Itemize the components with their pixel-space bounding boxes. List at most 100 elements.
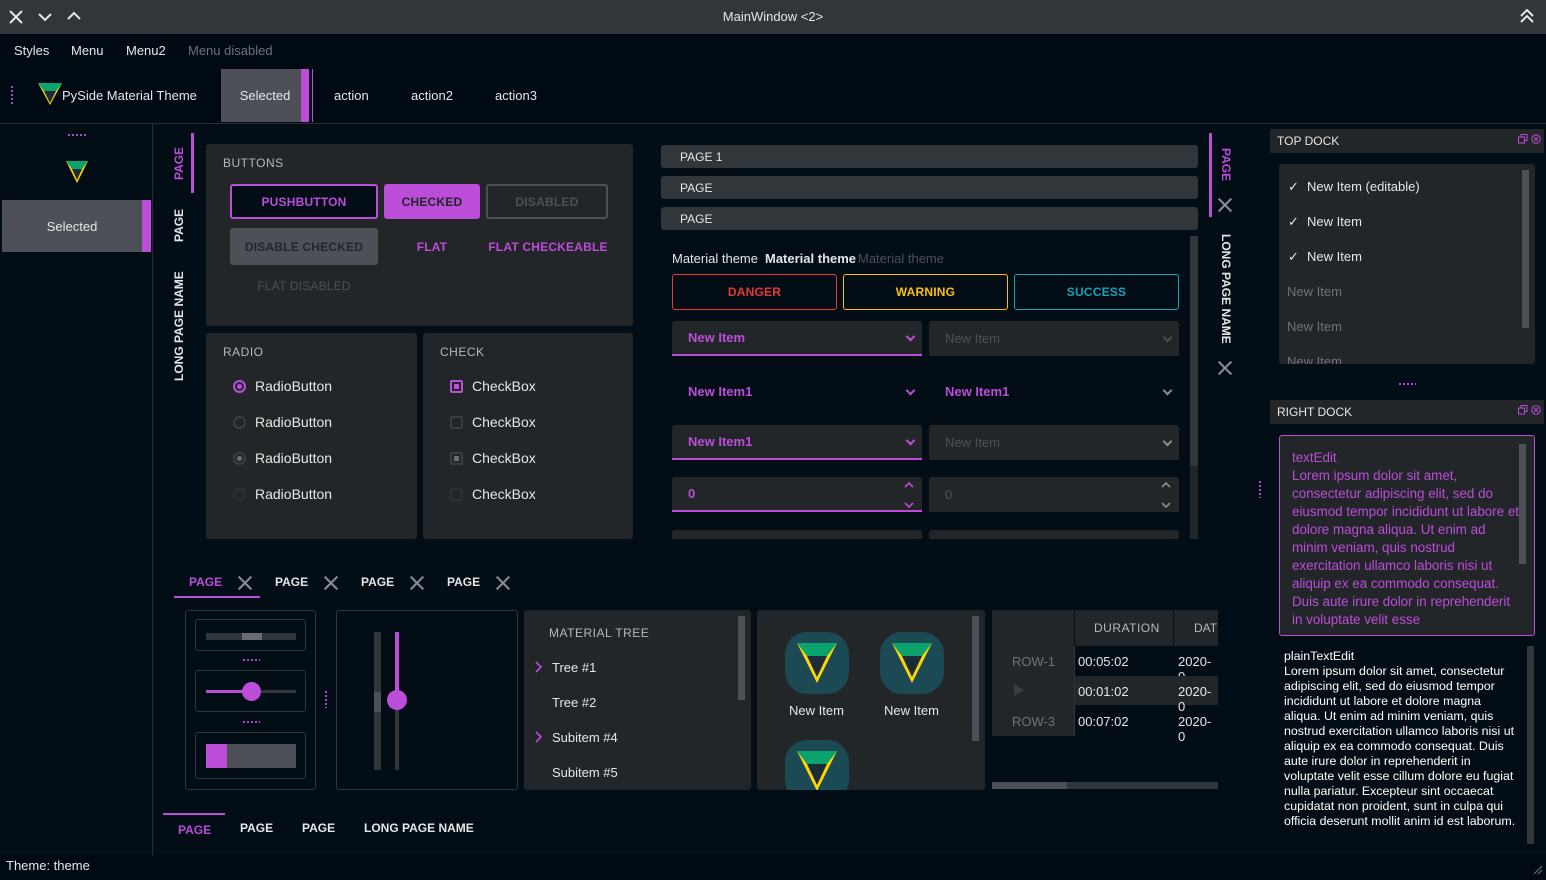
combo-5[interactable]: New Item1 <box>672 425 922 460</box>
row-header-3[interactable]: ROW-3 <box>1012 714 1055 729</box>
text-edit[interactable]: textEdit Lorem ipsum dolor sit amet, con… <box>1279 435 1535 636</box>
checked-button[interactable]: CHECKED <box>384 184 480 219</box>
tree-item-4[interactable]: Subitem #5 <box>552 765 618 780</box>
htab-1[interactable]: PAGE <box>189 575 222 589</box>
dock-separator-handle[interactable] <box>1398 383 1416 385</box>
htab-3[interactable]: PAGE <box>361 575 394 589</box>
cell-duration-2[interactable]: 00:01:02 <box>1078 684 1129 699</box>
combo-1[interactable]: New Item <box>672 321 922 356</box>
htab-2[interactable]: PAGE <box>275 575 308 589</box>
h-scrollbar[interactable] <box>206 633 296 640</box>
tree-item-1[interactable]: Tree #1 <box>552 660 596 675</box>
vtab-page-2[interactable]: PAGE <box>172 209 186 242</box>
menu-menu2[interactable]: Menu2 <box>126 43 166 58</box>
spin-arrows-icon[interactable] <box>904 481 914 509</box>
radio-button-4 <box>233 488 246 501</box>
cell-date-3[interactable]: 2020-0 <box>1178 714 1218 744</box>
toolbar-selected-button[interactable]: Selected <box>221 69 309 122</box>
toolbar-action[interactable]: action <box>334 88 369 103</box>
list-item-icon[interactable] <box>785 632 849 694</box>
table-header-date[interactable]: DAT <box>1174 610 1218 646</box>
toolbar-action3[interactable]: action3 <box>495 88 537 103</box>
combo-3[interactable]: New Item1 <box>672 374 922 409</box>
dock-close-icon[interactable] <box>1531 134 1541 144</box>
float-icon[interactable] <box>1518 405 1528 415</box>
menu-menu[interactable]: Menu <box>71 43 104 58</box>
checkbox-label-2: CheckBox <box>472 414 536 430</box>
scroll-area-scrollbar[interactable] <box>1190 236 1198 539</box>
success-button[interactable]: SUCCESS <box>1014 274 1179 310</box>
spinbox-1[interactable]: 0 <box>672 477 922 512</box>
resize-grip-icon[interactable] <box>1531 863 1543 875</box>
tree-item-2[interactable]: Tree #2 <box>552 695 596 710</box>
bottom-tab-1[interactable]: PAGE <box>178 823 211 837</box>
combo-4[interactable]: New Item1 <box>929 374 1179 409</box>
vtab-page-1[interactable]: PAGE <box>172 147 186 180</box>
table-h-scrollbar-handle[interactable] <box>992 782 1067 789</box>
list-item-icon[interactable] <box>785 740 849 790</box>
dock-splitter-handle[interactable] <box>1259 480 1261 498</box>
toolbox-page-1[interactable]: PAGE 1 <box>661 145 1198 168</box>
table-header-duration[interactable]: DURATION <box>1075 610 1173 646</box>
v-scrollbar-handle[interactable] <box>374 692 381 712</box>
flat-checkeable-button[interactable]: FLAT CHECKEABLE <box>486 228 610 265</box>
h-slider-handle[interactable] <box>242 682 261 701</box>
bottom-tab-3[interactable]: PAGE <box>302 821 335 835</box>
cell-duration-3[interactable]: 00:07:02 <box>1078 714 1129 729</box>
plain-text-edit[interactable]: plainTextEdit Lorem ipsum dolor sit amet… <box>1279 644 1535 854</box>
bottom-tab-4[interactable]: LONG PAGE NAME <box>364 821 474 835</box>
text-edit-scrollbar[interactable] <box>1519 444 1526 564</box>
radio-button-1[interactable] <box>233 380 246 393</box>
list-item-icon[interactable] <box>880 632 944 694</box>
close-tab-icon[interactable] <box>1218 198 1232 212</box>
h-scrollbar-handle[interactable] <box>242 633 262 640</box>
scroll-area-scrollbar-handle[interactable] <box>1190 236 1198 466</box>
close-tab-icon[interactable] <box>238 576 252 590</box>
dock-close-icon[interactable] <box>1531 405 1541 415</box>
danger-button[interactable]: DANGER <box>672 274 837 310</box>
menu-styles[interactable]: Styles <box>14 43 49 58</box>
bottom-tab-2[interactable]: PAGE <box>240 821 273 835</box>
top-dock-list-scrollbar[interactable] <box>1522 170 1529 328</box>
pushbutton[interactable]: PUSHBUTTON <box>230 184 378 219</box>
dock-list-item-3[interactable]: New Item <box>1307 249 1362 264</box>
toolbox-page-3[interactable]: PAGE <box>661 207 1198 230</box>
cell-duration-1[interactable]: 00:05:02 <box>1078 654 1129 669</box>
close-tab-icon[interactable] <box>324 576 338 590</box>
shade-icon[interactable] <box>1519 9 1535 23</box>
tree-scrollbar[interactable] <box>738 616 745 700</box>
checkbox-1[interactable] <box>450 380 463 393</box>
icon-list-scrollbar[interactable] <box>972 616 979 741</box>
v-slider-handle[interactable] <box>387 690 407 710</box>
float-icon[interactable] <box>1518 134 1528 144</box>
splitter-handle[interactable] <box>242 659 260 661</box>
vtab-right-page[interactable]: PAGE <box>1219 148 1233 181</box>
vtab-long-page-name[interactable]: LONG PAGE NAME <box>172 271 186 381</box>
splitter-handle-v[interactable] <box>325 690 327 708</box>
dock-list-item-1[interactable]: New Item (editable) <box>1307 179 1420 194</box>
v-scrollbar[interactable] <box>374 632 381 770</box>
checkbox-2[interactable] <box>450 416 463 429</box>
radio-button-2[interactable] <box>233 416 246 429</box>
close-tab-icon[interactable] <box>1218 361 1232 375</box>
expand-arrow-icon[interactable] <box>535 731 543 743</box>
table-h-scrollbar[interactable] <box>992 782 1218 789</box>
splitter-handle[interactable] <box>242 721 260 723</box>
toolbox-page-2[interactable]: PAGE <box>661 176 1198 199</box>
expand-arrow-icon[interactable] <box>535 661 543 673</box>
row-header-1[interactable]: ROW-1 <box>1012 654 1055 669</box>
dock-list-item-2[interactable]: New Item <box>1307 214 1362 229</box>
cell-date-2[interactable]: 2020-0 <box>1178 684 1218 714</box>
close-tab-icon[interactable] <box>496 576 510 590</box>
toolbar-action2[interactable]: action2 <box>411 88 453 103</box>
left-toolbar-handle[interactable] <box>67 134 87 136</box>
left-selected-button[interactable]: Selected <box>2 200 142 252</box>
vtab-right-long-page-name[interactable]: LONG PAGE NAME <box>1219 234 1233 344</box>
toolbar-handle[interactable] <box>11 85 13 105</box>
plain-text-edit-scrollbar[interactable] <box>1527 646 1534 844</box>
close-tab-icon[interactable] <box>410 576 424 590</box>
htab-4[interactable]: PAGE <box>447 575 480 589</box>
warning-button[interactable]: WARNING <box>843 274 1008 310</box>
flat-button[interactable]: FLAT <box>384 228 480 265</box>
tree-item-3[interactable]: Subitem #4 <box>552 730 618 745</box>
